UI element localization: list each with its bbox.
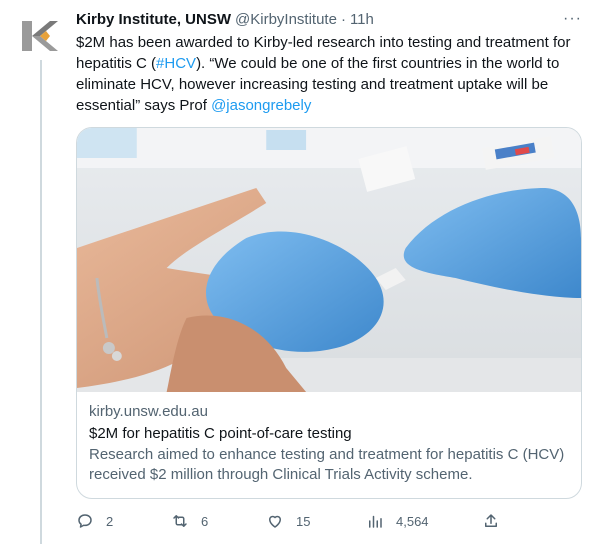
reply-icon xyxy=(78,514,92,528)
tweet-text-line: essential” says Prof @jasongrebely xyxy=(76,95,584,116)
retweet-button[interactable]: 6 xyxy=(171,512,208,530)
tweet-text: $2M has been awarded to Kirby-led resear… xyxy=(76,32,584,116)
views-button[interactable]: 4,564 xyxy=(366,512,429,530)
tweet-text-segment: hepatitis C ( xyxy=(76,55,157,72)
reply-count: 2 xyxy=(106,513,114,529)
card-description-line: received $2 million through Clinical Tri… xyxy=(89,466,473,483)
tweet-text-line: $2M has been awarded to Kirby-led resear… xyxy=(76,34,571,51)
retweet-count: 6 xyxy=(201,513,209,529)
thread-line xyxy=(40,60,42,544)
author-handle[interactable]: @KirbyInstitute xyxy=(235,10,337,30)
views-count: 4,564 xyxy=(396,513,429,529)
avatar[interactable] xyxy=(16,12,64,60)
tweet-text-line: hepatitis C (#HCV). “We could be one of … xyxy=(76,53,584,74)
card-description-line: Research aimed to enhance testing and tr… xyxy=(89,446,565,463)
card-description: Research aimed to enhance testing and tr… xyxy=(89,445,569,485)
share-icon xyxy=(485,514,497,527)
more-icon[interactable]: ··· xyxy=(563,10,582,28)
views-icon xyxy=(369,515,382,528)
card-image[interactable] xyxy=(77,128,581,392)
tweet-text-line: eliminate HCV, however increasing testin… xyxy=(76,76,549,93)
tweet-text-segment: ). “We could be one of the first countri… xyxy=(196,55,560,72)
hashtag-link[interactable]: #HCV xyxy=(156,55,196,72)
tweet-text-segment: essential” says Prof xyxy=(76,97,212,114)
author-name[interactable]: Kirby Institute, UNSW xyxy=(76,10,231,30)
reply-button[interactable]: 2 xyxy=(76,512,113,530)
link-card[interactable]: kirby.unsw.edu.au $2M for hepatitis C po… xyxy=(76,127,582,499)
like-count: 15 xyxy=(296,513,311,529)
card-title[interactable]: $2M for hepatitis C point-of-care testin… xyxy=(89,424,569,444)
logo-icon xyxy=(22,21,58,51)
card-body: kirby.unsw.edu.au $2M for hepatitis C po… xyxy=(77,392,581,485)
like-icon xyxy=(269,515,281,528)
tweet[interactable]: Kirby Institute, UNSW @KirbyInstitute · … xyxy=(76,10,584,529)
like-button[interactable]: 15 xyxy=(266,512,310,530)
action-bar: 2 6 15 4,564 xyxy=(76,512,497,532)
mention-link[interactable]: @jasongrebely xyxy=(211,97,311,114)
tweet-header: Kirby Institute, UNSW @KirbyInstitute · … xyxy=(76,10,584,30)
retweet-icon xyxy=(173,515,187,527)
card-domain: kirby.unsw.edu.au xyxy=(89,403,208,420)
separator: · xyxy=(340,11,346,28)
timestamp[interactable]: 11h xyxy=(350,10,374,30)
share-button[interactable] xyxy=(482,512,500,530)
